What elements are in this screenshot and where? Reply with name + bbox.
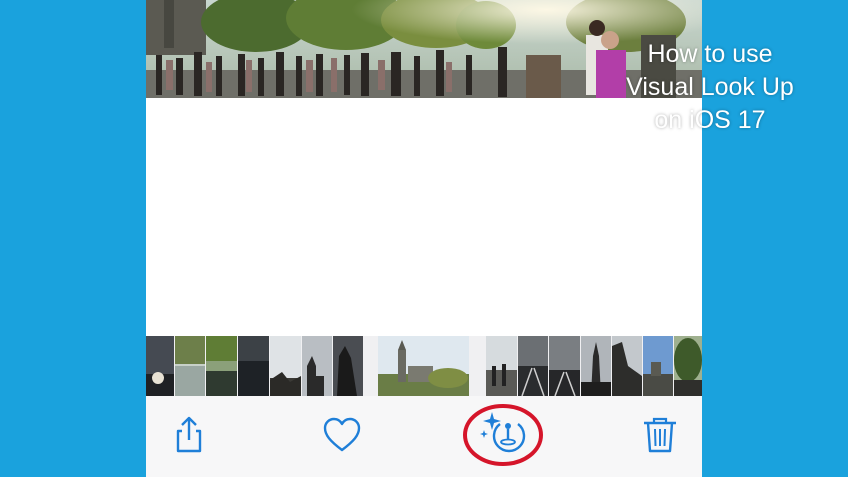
rail-tracks-thumbnail[interactable] bbox=[518, 336, 548, 396]
title-line-1: How to use bbox=[647, 40, 773, 68]
trash-icon bbox=[644, 417, 676, 453]
river-trees-thumbnail[interactable] bbox=[175, 336, 205, 396]
heart-icon bbox=[323, 417, 361, 452]
tutorial-title-overlay: How to use Visual Look Up on iOS 17 bbox=[610, 38, 810, 137]
blue-sky-building-thumbnail[interactable] bbox=[643, 336, 673, 396]
basilica-selected-thumbnail[interactable] bbox=[378, 336, 469, 396]
title-line-2: Visual Look Up bbox=[626, 73, 794, 101]
spire-sunset-thumbnail[interactable] bbox=[581, 336, 611, 396]
cloudy-sky-thumbnail[interactable] bbox=[270, 336, 301, 396]
rails-dusk-thumbnail[interactable] bbox=[549, 336, 580, 396]
dusk-sky-thumbnail[interactable] bbox=[146, 336, 174, 396]
share-icon bbox=[176, 416, 202, 453]
park-pond-thumbnail[interactable] bbox=[206, 336, 237, 396]
cathedral-silhouette-thumbnail[interactable] bbox=[302, 336, 332, 396]
delete-button[interactable] bbox=[640, 414, 680, 456]
filmstrip[interactable] bbox=[146, 336, 702, 396]
visual-look-up-icon bbox=[463, 404, 543, 466]
street-people-thumbnail[interactable] bbox=[486, 336, 517, 396]
dark-cathedral-thumbnail[interactable] bbox=[333, 336, 363, 396]
share-button[interactable] bbox=[168, 414, 210, 456]
dark-water-thumbnail[interactable] bbox=[238, 336, 269, 396]
bottom-toolbar bbox=[146, 396, 702, 477]
favorite-button[interactable] bbox=[322, 416, 362, 456]
title-line-3: on iOS 17 bbox=[654, 106, 766, 134]
tree-edge-thumbnail[interactable] bbox=[674, 336, 702, 396]
cliff-shadow-thumbnail[interactable] bbox=[612, 336, 642, 396]
visual-look-up-button[interactable] bbox=[460, 402, 544, 468]
